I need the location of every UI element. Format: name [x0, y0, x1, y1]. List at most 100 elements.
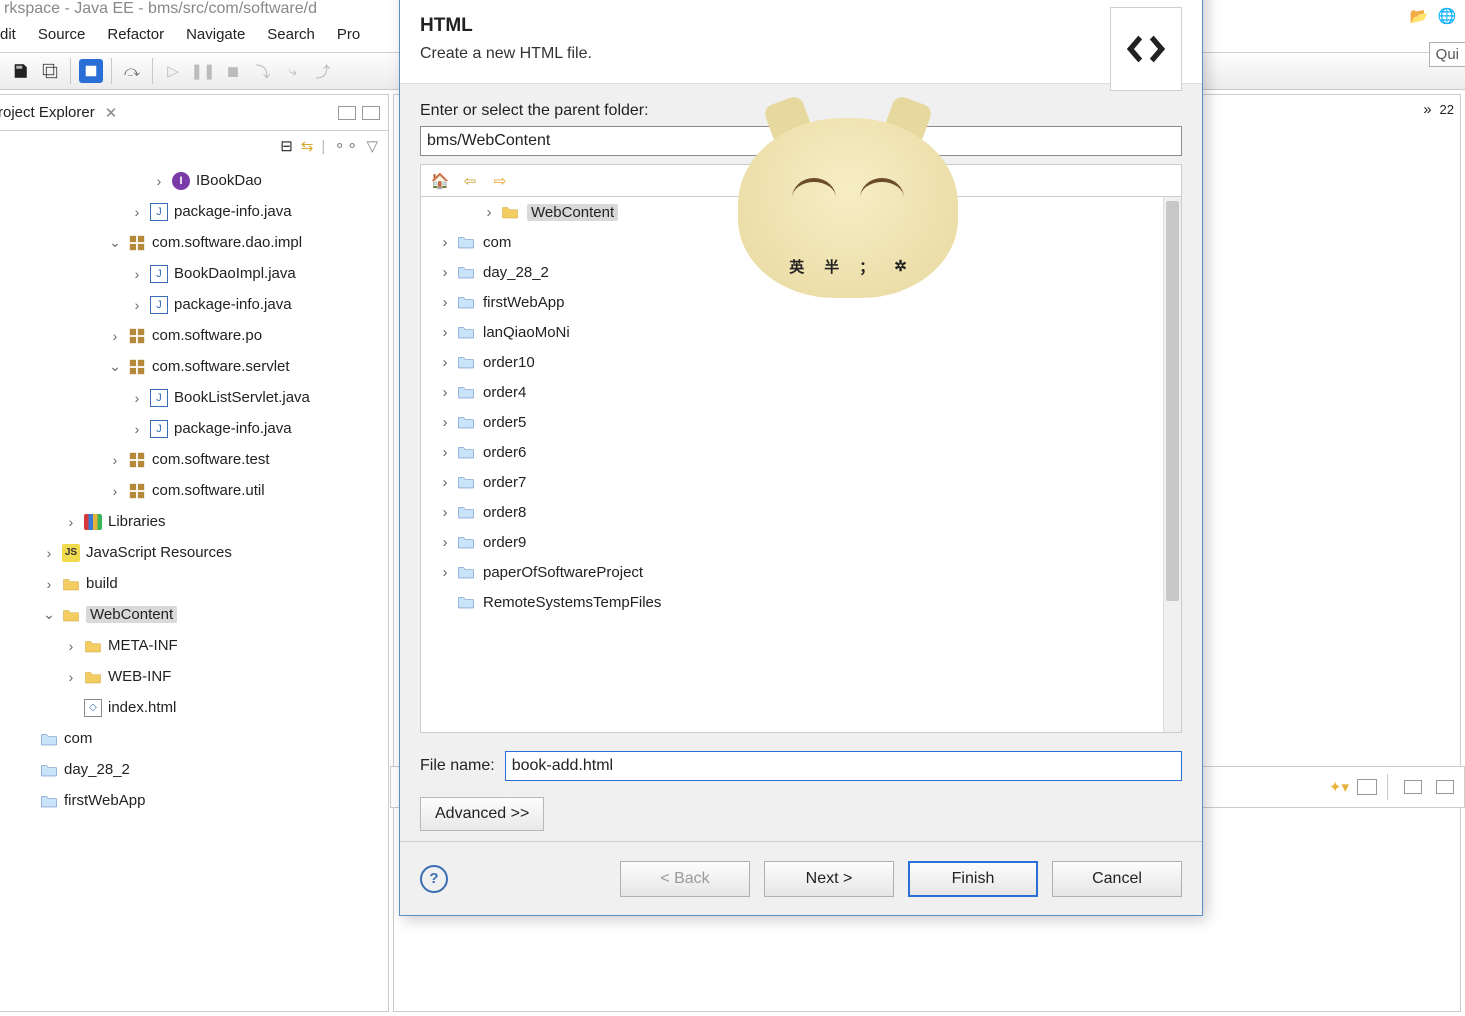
- minimize-icon[interactable]: [338, 106, 356, 120]
- folder-tree-item[interactable]: ›order8: [421, 497, 1181, 527]
- tree-item[interactable]: ›META-INF: [0, 630, 388, 661]
- folder-tree-item[interactable]: ›paperOfSoftwareProject: [421, 557, 1181, 587]
- new-icon[interactable]: ✦▾: [1329, 778, 1349, 796]
- tree-item[interactable]: ›com.software.util: [0, 475, 388, 506]
- folder-tree-item[interactable]: ›order6: [421, 437, 1181, 467]
- tree-item[interactable]: ›Jpackage-info.java: [0, 289, 388, 320]
- twisty-icon[interactable]: ›: [435, 474, 455, 491]
- link-editor-icon[interactable]: ⇆: [301, 137, 314, 155]
- folder-tree-item[interactable]: ›order9: [421, 527, 1181, 557]
- twisty-icon[interactable]: ›: [435, 564, 455, 581]
- toggle-icon[interactable]: [79, 59, 103, 83]
- folder-tree-item[interactable]: ›com: [421, 227, 1181, 257]
- twisty-icon[interactable]: ›: [435, 264, 455, 281]
- twisty-icon[interactable]: ⌄: [104, 234, 126, 251]
- dropdown-icon[interactable]: ▽: [366, 137, 378, 155]
- folder-tree-item[interactable]: ›order5: [421, 407, 1181, 437]
- twisty-icon[interactable]: ›: [479, 204, 499, 221]
- twisty-icon[interactable]: ›: [435, 534, 455, 551]
- perspective-open-icon[interactable]: 📂: [1407, 4, 1431, 28]
- next-button[interactable]: Next >: [764, 861, 894, 897]
- collapse-all-icon[interactable]: ⊟: [280, 137, 293, 155]
- twisty-icon[interactable]: ›: [126, 421, 148, 437]
- folder-tree-item[interactable]: ›order7: [421, 467, 1181, 497]
- twisty-icon[interactable]: ›: [60, 638, 82, 654]
- cancel-button[interactable]: Cancel: [1052, 861, 1182, 897]
- twisty-icon[interactable]: ›: [126, 266, 148, 282]
- tree-item[interactable]: ⌄com.software.servlet: [0, 351, 388, 382]
- tree-item[interactable]: ›com.software.po: [0, 320, 388, 351]
- menu-source[interactable]: Source: [38, 26, 86, 43]
- twisty-icon[interactable]: ›: [38, 545, 60, 561]
- save-icon[interactable]: [8, 59, 32, 83]
- folder-tree-item[interactable]: ›WebContent: [421, 197, 1181, 227]
- twisty-icon[interactable]: ⌄: [104, 358, 126, 375]
- back-arrow-icon[interactable]: ⇦: [459, 170, 481, 192]
- twisty-icon[interactable]: ›: [60, 669, 82, 685]
- menu-search[interactable]: Search: [267, 26, 315, 43]
- twisty-icon[interactable]: ›: [435, 444, 455, 461]
- view-menu-icon[interactable]: ⚬⚬: [333, 137, 358, 155]
- tree-item[interactable]: ›IIBookDao: [0, 165, 388, 196]
- finish-button[interactable]: Finish: [908, 861, 1038, 897]
- tree-item[interactable]: ›build: [0, 568, 388, 599]
- folder-tree-item[interactable]: ›order4: [421, 377, 1181, 407]
- home-icon[interactable]: 🏠: [429, 170, 451, 192]
- twisty-icon[interactable]: ⌄: [38, 606, 60, 623]
- twisty-icon[interactable]: ›: [435, 504, 455, 521]
- tree-item[interactable]: ›Libraries: [0, 506, 388, 537]
- chevron-icon[interactable]: »: [1423, 101, 1431, 118]
- folder-tree-item[interactable]: ›order10: [421, 347, 1181, 377]
- scrollbar-thumb[interactable]: [1166, 201, 1179, 601]
- twisty-icon[interactable]: ›: [435, 294, 455, 311]
- twisty-icon[interactable]: ›: [435, 234, 455, 251]
- save-all-icon[interactable]: [38, 59, 62, 83]
- max2-icon[interactable]: [1436, 780, 1454, 794]
- tree-item[interactable]: ›com.software.test: [0, 444, 388, 475]
- tree-item[interactable]: ›Jpackage-info.java: [0, 196, 388, 227]
- twisty-icon[interactable]: ›: [60, 514, 82, 530]
- advanced-button[interactable]: Advanced >>: [420, 797, 544, 831]
- filename-input[interactable]: [505, 751, 1182, 781]
- folder-tree[interactable]: ›WebContent›com›day_28_2›firstWebApp›lan…: [420, 196, 1182, 733]
- twisty-icon[interactable]: ›: [104, 483, 126, 499]
- perspective-javaee-icon[interactable]: 🌐: [1435, 4, 1459, 28]
- twisty-icon[interactable]: ›: [104, 452, 126, 468]
- tree-item[interactable]: firstWebApp: [0, 785, 388, 816]
- tree-item[interactable]: ›JSJavaScript Resources: [0, 537, 388, 568]
- twisty-icon[interactable]: ›: [126, 204, 148, 220]
- tree-item[interactable]: ›WEB-INF: [0, 661, 388, 692]
- menu-navigate[interactable]: Navigate: [186, 26, 245, 43]
- twisty-icon[interactable]: ›: [104, 328, 126, 344]
- tree-item[interactable]: com: [0, 723, 388, 754]
- folder-tree-item[interactable]: ›day_28_2: [421, 257, 1181, 287]
- folder-tree-item[interactable]: ›firstWebApp: [421, 287, 1181, 317]
- explorer-tree[interactable]: ›IIBookDao›Jpackage-info.java⌄com.softwa…: [0, 161, 388, 1011]
- tree-item[interactable]: ⌄WebContent: [0, 599, 388, 630]
- twisty-icon[interactable]: ›: [126, 390, 148, 406]
- folder-tree-item[interactable]: ›lanQiaoMoNi: [421, 317, 1181, 347]
- window-icon[interactable]: [1357, 779, 1377, 795]
- scrollbar[interactable]: [1163, 197, 1181, 732]
- twisty-icon[interactable]: ›: [435, 324, 455, 341]
- maximize-icon[interactable]: [362, 106, 380, 120]
- twisty-icon[interactable]: ›: [148, 173, 170, 189]
- tree-item[interactable]: ›JBookListServlet.java: [0, 382, 388, 413]
- twisty-icon[interactable]: ›: [126, 297, 148, 313]
- parent-folder-input[interactable]: [420, 126, 1182, 156]
- tree-item[interactable]: ›Jpackage-info.java: [0, 413, 388, 444]
- project-explorer-tab[interactable]: roject Explorer ✕: [0, 95, 388, 131]
- tree-item[interactable]: ›JBookDaoImpl.java: [0, 258, 388, 289]
- twisty-icon[interactable]: ›: [435, 414, 455, 431]
- folder-tree-item[interactable]: RemoteSystemsTempFiles: [421, 587, 1181, 617]
- skip-icon[interactable]: ⤼: [120, 59, 144, 83]
- menu-pro[interactable]: Pro: [337, 26, 360, 43]
- perspective-icons[interactable]: 📂 🌐: [1407, 4, 1459, 28]
- min2-icon[interactable]: [1404, 780, 1422, 794]
- quick-access[interactable]: Qui: [1429, 42, 1465, 67]
- forward-arrow-icon[interactable]: ⇨: [489, 170, 511, 192]
- menu-refactor[interactable]: Refactor: [107, 26, 164, 43]
- tree-item[interactable]: ⌄com.software.dao.impl: [0, 227, 388, 258]
- close-icon[interactable]: ✕: [105, 104, 118, 122]
- tree-item[interactable]: ◇index.html: [0, 692, 388, 723]
